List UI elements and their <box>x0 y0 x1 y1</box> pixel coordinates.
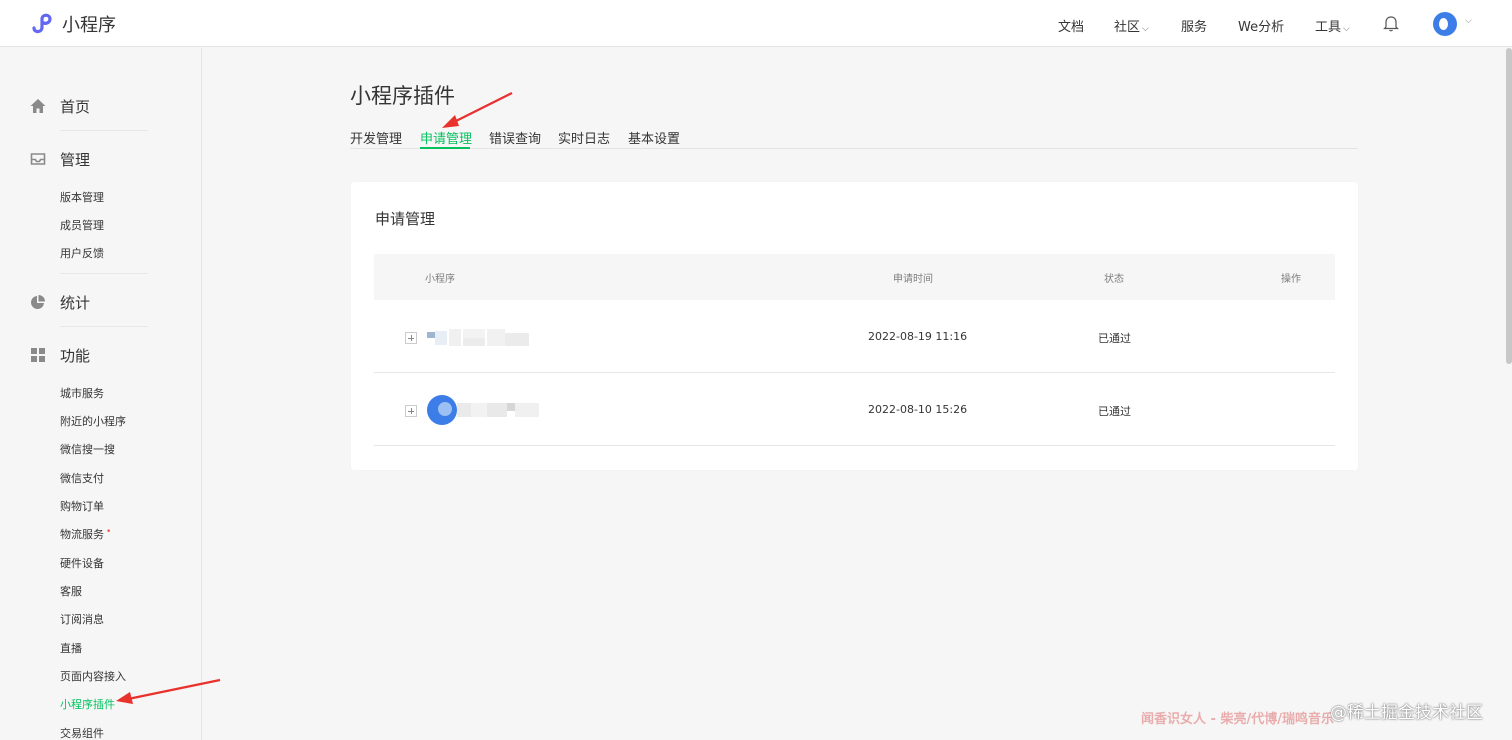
home-icon <box>30 99 46 113</box>
status-text: 已通过 <box>1098 332 1131 345</box>
table-row: 2022-08-19 11:16 已通过 <box>374 300 1335 373</box>
mini-program-logo-icon[interactable] <box>30 11 56 35</box>
sidebar-item-wechat-search[interactable]: 微信搜一搜 <box>60 441 115 457</box>
sidebar-item-orders[interactable]: 购物订单 <box>60 498 104 514</box>
apply-time: 2022-08-10 15:26 <box>868 403 968 416</box>
nav-we-analytics[interactable]: We分析 <box>1238 16 1284 35</box>
tab-error-query[interactable]: 错误查询 <box>489 128 541 147</box>
tab-basic-settings[interactable]: 基本设置 <box>628 128 680 147</box>
watermark-juejin: @稀土掘金技术社区 <box>1330 703 1483 723</box>
sidebar-group-manage[interactable]: 管理 <box>30 147 160 171</box>
sidebar-item-subscribe-msg[interactable]: 订阅消息 <box>60 611 104 627</box>
chevron-down-icon: ⌵ <box>1343 24 1350 34</box>
table-header: 小程序 申请时间 状态 操作 <box>374 254 1335 300</box>
watermark-music: 闻香识女人 - 柴亮/代博/瑞鸣音乐 <box>1141 712 1334 727</box>
column-header-actions: 操作 <box>1281 274 1301 285</box>
user-avatar[interactable] <box>1433 12 1457 36</box>
column-header-status: 状态 <box>1104 274 1124 285</box>
page-scrollbar[interactable] <box>1506 48 1512 364</box>
status-text: 已通过 <box>1098 405 1131 418</box>
inbox-icon <box>30 153 46 165</box>
new-dot-badge: • <box>106 527 112 537</box>
nav-services[interactable]: 服务 <box>1181 16 1207 35</box>
tab-apply-manage[interactable]: 申请管理 <box>420 128 472 147</box>
column-header-apply-time: 申请时间 <box>893 274 933 285</box>
active-tab-indicator <box>420 147 470 149</box>
sidebar-item-hardware[interactable]: 硬件设备 <box>60 555 104 571</box>
blurred-mini-program-info <box>427 395 539 425</box>
grid-icon <box>31 348 45 362</box>
table-row: 2022-08-10 15:26 已通过 <box>374 373 1335 446</box>
sidebar-item-plugins[interactable]: 小程序插件 <box>60 696 115 712</box>
card-title: 申请管理 <box>375 210 436 228</box>
pie-chart-icon <box>31 295 45 309</box>
sidebar-item-version[interactable]: 版本管理 <box>60 189 104 205</box>
divider <box>60 273 148 274</box>
sidebar-item-nearby[interactable]: 附近的小程序 <box>60 413 126 429</box>
sidebar-group-stats[interactable]: 统计 <box>30 290 160 314</box>
sidebar-item-wechat-pay[interactable]: 微信支付 <box>60 470 104 486</box>
page-title: 小程序插件 <box>350 84 455 108</box>
sidebar-group-home[interactable]: 首页 <box>30 94 160 118</box>
tab-realtime-log[interactable]: 实时日志 <box>558 128 610 147</box>
divider <box>60 326 148 327</box>
nav-tools[interactable]: 工具 ⌵ <box>1315 16 1350 35</box>
tabs-divider <box>350 148 1358 149</box>
nav-docs[interactable]: 文档 <box>1058 16 1084 35</box>
expand-plus-icon[interactable] <box>405 332 417 344</box>
nav-community[interactable]: 社区 ⌵ <box>1114 16 1149 35</box>
sidebar-item-members[interactable]: 成员管理 <box>60 217 104 233</box>
sidebar-item-page-content[interactable]: 页面内容接入 <box>60 668 126 684</box>
chevron-down-icon[interactable]: ⌵ <box>1465 16 1472 26</box>
sidebar: 首页 管理 版本管理 成员管理 用户反馈 统计 功能 城市服务 附近的小程序 微… <box>0 48 202 740</box>
column-header-mini-program: 小程序 <box>425 274 455 285</box>
apply-time: 2022-08-19 11:16 <box>868 330 968 343</box>
chevron-down-icon: ⌵ <box>1142 24 1149 34</box>
sidebar-item-logistics[interactable]: 物流服务 • <box>60 526 111 542</box>
sidebar-item-trade-component[interactable]: 交易组件 <box>60 725 104 740</box>
blurred-mini-program-info <box>427 329 529 346</box>
sidebar-item-live[interactable]: 直播 <box>60 640 82 656</box>
apply-manage-card: 申请管理 小程序 申请时间 状态 操作 2022-08-19 11:16 已通过 <box>351 182 1358 470</box>
expand-plus-icon[interactable] <box>405 405 417 417</box>
tab-dev-manage[interactable]: 开发管理 <box>350 128 402 147</box>
sidebar-item-city-services[interactable]: 城市服务 <box>60 385 104 401</box>
bell-icon[interactable] <box>1383 15 1399 32</box>
sidebar-item-feedback[interactable]: 用户反馈 <box>60 245 104 261</box>
brand-title[interactable]: 小程序 <box>62 11 116 37</box>
sidebar-item-customer-service[interactable]: 客服 <box>60 583 82 599</box>
top-bar: 小程序 文档 社区 ⌵ 服务 We分析 工具 ⌵ ⌵ <box>0 0 1512 47</box>
divider <box>60 130 148 131</box>
sidebar-group-features[interactable]: 功能 <box>30 343 160 367</box>
